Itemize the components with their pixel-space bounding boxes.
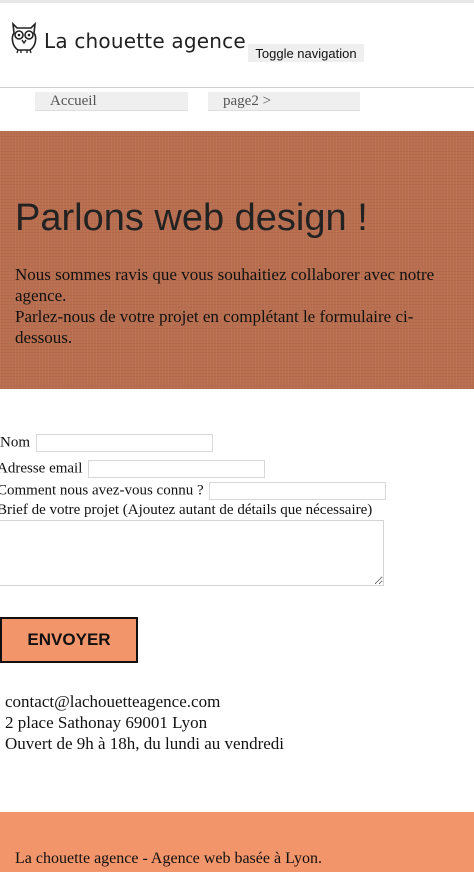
owl-icon [10, 21, 38, 60]
toggle-navigation-button[interactable]: Toggle navigation [248, 44, 364, 62]
hero-intro-line-1: Nous sommes ravis que vous souhaitiez co… [15, 265, 435, 305]
site-footer: La chouette agence - Agence web basée à … [0, 812, 474, 872]
name-label: Nom [0, 434, 30, 451]
name-field[interactable] [35, 434, 213, 452]
source-row: Comment nous avez-vous connu ? [0, 482, 387, 500]
page-title: Parlons web design ! [15, 197, 368, 239]
email-field[interactable] [88, 460, 266, 478]
name-row: Nom [0, 434, 213, 452]
hero-banner: Parlons web design ! Nous sommes ravis q… [0, 131, 474, 389]
contact-info: contact@lachouetteagence.com 2 place Sat… [5, 691, 284, 754]
email-label: Adresse email [0, 460, 83, 477]
nav-item-accueil[interactable]: Accueil [35, 92, 188, 111]
contact-hours: Ouvert de 9h à 18h, du lundi au vendredi [5, 734, 285, 753]
source-field[interactable] [209, 482, 387, 500]
contact-address: 2 place Sathonay 69001 Lyon [5, 713, 208, 732]
email-row: Adresse email [0, 460, 266, 478]
brand-logo-link[interactable]: La chouette agence [10, 21, 246, 60]
source-label: Comment nous avez-vous connu ? [0, 482, 204, 499]
submit-button[interactable]: ENVOYER [0, 617, 138, 663]
contact-email: contact@lachouetteagence.com [5, 692, 221, 711]
brief-label: Brief de votre projet (Ajoutez autant de… [0, 502, 373, 518]
site-header: La chouette agence Toggle navigation [0, 3, 474, 88]
hero-intro-line-2: Parlez-nous de votre projet en complétan… [15, 307, 414, 347]
nav-item-page2[interactable]: page2 > [208, 92, 360, 111]
brief-textarea[interactable] [0, 520, 384, 586]
hero-intro: Nous sommes ravis que vous souhaitiez co… [15, 264, 465, 348]
main-navigation: Accueil page2 > [0, 88, 474, 130]
brand-name: La chouette agence [44, 28, 246, 53]
footer-text: La chouette agence - Agence web basée à … [15, 850, 322, 867]
